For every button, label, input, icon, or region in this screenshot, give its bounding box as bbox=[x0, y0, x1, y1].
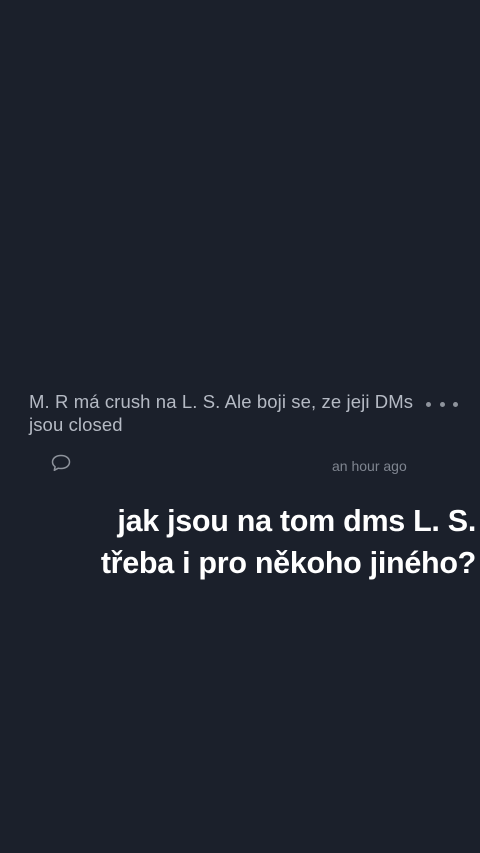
more-options-button[interactable] bbox=[426, 394, 458, 414]
more-dot-icon bbox=[426, 401, 431, 407]
post-message: M. R má crush na L. S. Ale boji se, ze j… bbox=[29, 391, 414, 435]
comment-icon[interactable] bbox=[50, 452, 72, 474]
overlay-line-1: jak jsou na tom dms L. S. bbox=[117, 504, 476, 538]
post-footer: an hour ago bbox=[29, 452, 459, 476]
anonymous-post: M. R má crush na L. S. Ale boji se, ze j… bbox=[29, 390, 459, 474]
more-dot-icon bbox=[453, 401, 458, 407]
story-overlay-question: jak jsou na tom dms L. S. třeba i pro ně… bbox=[30, 500, 476, 584]
story-screen: M. R má crush na L. S. Ale boji se, ze j… bbox=[0, 0, 480, 853]
post-timestamp: an hour ago bbox=[332, 458, 407, 474]
overlay-line-2: třeba i pro někoho jiného? bbox=[100, 546, 476, 580]
more-dot-icon bbox=[439, 401, 445, 407]
